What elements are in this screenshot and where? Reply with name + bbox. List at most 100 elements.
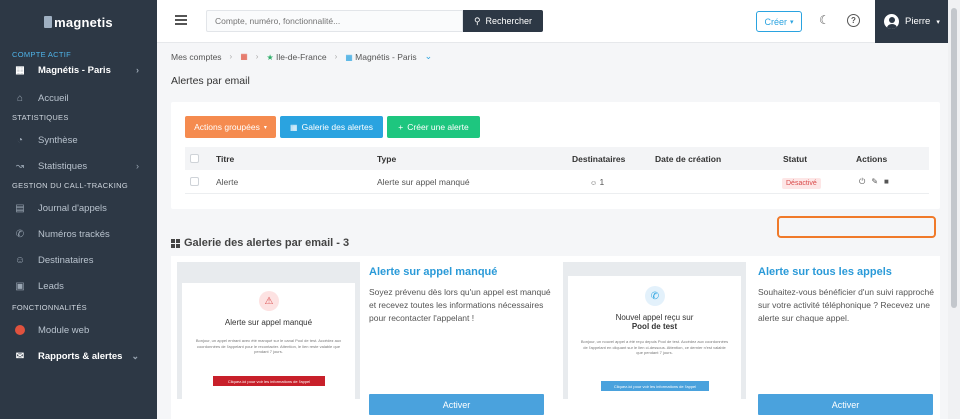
account-name: Magnétis - Paris [38, 64, 111, 76]
store-icon: ▦ [345, 52, 353, 62]
grouped-actions-label: Actions groupées [194, 122, 260, 132]
section-tracking: GESTION DU CALL-TRACKING [12, 181, 128, 190]
sidebar: magnetis COMPTE ACTIF ▦ Magnétis - Paris… [0, 0, 157, 419]
sidebar-item-label: Journal d'appels [38, 202, 107, 214]
phone-icon: ✆ [645, 286, 665, 306]
help-icon[interactable]: ? [847, 14, 860, 27]
preview-text: Bonjour, un nouvel appel a été reçu depu… [580, 339, 729, 355]
scrollbar[interactable] [948, 0, 960, 419]
grid-icon [171, 238, 180, 248]
sidebar-item-summary[interactable]: ◔ Synthèse [0, 127, 157, 153]
journal-icon: ▤ [15, 202, 25, 214]
trash-icon[interactable]: ■ [884, 177, 889, 187]
highlight-outline [777, 216, 936, 238]
cell-status: Désactivé [782, 177, 821, 189]
edit-icon[interactable]: ✎ [871, 177, 878, 187]
logo[interactable]: magnetis [0, 0, 157, 44]
mail-icon: ✉ [15, 350, 25, 362]
logo-text: magnetis [54, 14, 113, 30]
activate-all-button[interactable]: Activer [758, 394, 933, 415]
plus-icon: + [398, 122, 404, 132]
dark-mode-icon[interactable]: ☾ [819, 13, 833, 27]
row-checkbox[interactable] [190, 177, 199, 186]
breadcrumb-root[interactable]: Mes comptes [171, 52, 222, 62]
sidebar-item-recipients[interactable]: ☺ Destinataires [0, 247, 157, 273]
chevron-down-icon[interactable]: ⌄ [425, 51, 433, 62]
col-created[interactable]: Date de création [655, 154, 721, 164]
table-header: Titre Type Destinataires Date de créatio… [185, 147, 929, 170]
breadcrumb-region-label: Ile-de-France [276, 51, 327, 62]
cell-title: Alerte [216, 176, 239, 187]
sidebar-item-label: Synthèse [38, 134, 78, 146]
sidebar-item-label: Accueil [38, 92, 69, 104]
col-type[interactable]: Type [377, 154, 396, 164]
sidebar-item-label: Rapports & alertes [38, 350, 123, 362]
create-alert-button[interactable]: + Créer une alerte [387, 116, 480, 138]
col-title[interactable]: Titre [216, 154, 234, 164]
warning-icon: ⚠ [259, 291, 279, 311]
sidebar-item-leads[interactable]: ▣ Leads [0, 273, 157, 299]
search-input[interactable] [206, 10, 463, 32]
scroll-thumb[interactable] [951, 8, 957, 308]
activate-missed-button[interactable]: Activer [369, 394, 544, 415]
sidebar-item-statistics[interactable]: ↝ Statistiques › [0, 153, 157, 179]
alert-name-all: Alerte sur tous les appels [758, 266, 892, 278]
preview-button: Cliquez-ici pour voir les informations d… [213, 376, 325, 386]
create-button-label: Créer [764, 16, 787, 27]
account-switcher[interactable]: ▦ Magnétis - Paris › [0, 59, 157, 81]
table-row: Alerte Alerte sur appel manqué ☺ 1 Désac… [185, 170, 929, 194]
id-card-icon: ▣ [15, 280, 25, 292]
chevron-down-icon: ⌄ [131, 350, 139, 361]
col-recipients[interactable]: Destinataires [572, 154, 625, 164]
active-account-label: COMPTE ACTIF [12, 50, 72, 59]
chevron-right-icon: › [334, 52, 338, 61]
select-all-checkbox[interactable] [190, 154, 199, 163]
breadcrumb-account-label: Magnétis - Paris [355, 51, 417, 62]
building-icon[interactable]: ▦ [240, 52, 248, 61]
alert-name-missed: Alerte sur appel manqué [369, 266, 498, 278]
page-title: Alertes par email [171, 75, 250, 87]
sidebar-item-reports[interactable]: ✉ Rapports & alertes ⌄ [0, 343, 157, 369]
power-icon[interactable]: ⏻ [859, 177, 865, 187]
line-chart-icon: ↝ [15, 160, 25, 172]
cell-type: Alerte sur appel manqué [377, 176, 470, 187]
preview-title: Nouvel appel reçu sur [615, 313, 694, 322]
sidebar-item-call-log[interactable]: ▤ Journal d'appels [0, 195, 157, 221]
cell-actions: ⏻ ✎ ■ [859, 177, 889, 187]
pie-chart-icon: ◔ [16, 134, 24, 146]
email-preview-all: ✆ Nouvel appel reçu sur Pool de test Bon… [563, 262, 746, 399]
section-features: FONCTIONNALITÉS [12, 303, 87, 312]
cell-recipients-count: 1 [599, 176, 605, 187]
breadcrumb-region[interactable]: ★ Ile-de-France [266, 52, 326, 62]
sidebar-item-label: Destinataires [38, 254, 94, 266]
search-button-label: Rechercher [485, 16, 533, 26]
section-stats: STATISTIQUES [12, 113, 69, 122]
chevron-right-icon: › [136, 65, 139, 75]
web-icon [14, 324, 26, 336]
col-status[interactable]: Statut [783, 154, 807, 164]
search-button[interactable]: ⚲ Rechercher [463, 10, 543, 32]
topbar: ⚲ Rechercher Créer ▾ ☾ ? Pierre ▾ [157, 0, 948, 43]
preview-button: Cliquez-ici pour voir les informations d… [601, 381, 709, 391]
chevron-down-icon: ▾ [790, 18, 794, 26]
alerts-table: Titre Type Destinataires Date de créatio… [185, 147, 936, 238]
sidebar-item-web-module[interactable]: Module web [0, 317, 157, 343]
sidebar-item-home[interactable]: ⌂ Accueil [0, 85, 157, 111]
sidebar-item-label: Numéros trackés [38, 228, 110, 240]
breadcrumb-account[interactable]: ▦ Magnétis - Paris [345, 52, 416, 62]
create-alert-label: Créer une alerte [407, 122, 469, 132]
phone-icon: ✆ [15, 228, 25, 240]
sidebar-item-tracked-numbers[interactable]: ✆ Numéros trackés [0, 221, 157, 247]
logo-icon [44, 16, 53, 28]
grouped-actions-button[interactable]: Actions groupées ▾ [185, 116, 276, 138]
alerts-card: Actions groupées ▾ ▦ Galerie des alertes… [171, 102, 940, 238]
sidebar-item-label: Module web [38, 324, 90, 336]
gallery-button[interactable]: ▦ Galerie des alertes [280, 116, 383, 138]
preview-subtitle: Pool de test [631, 322, 678, 331]
menu-icon[interactable] [175, 15, 187, 25]
gallery-button-label: Galerie des alertes [301, 122, 373, 132]
user-menu[interactable]: Pierre ▾ [875, 0, 948, 43]
email-preview-missed: ⚠ Alerte sur appel manqué Bonjour, un ap… [177, 262, 360, 399]
chevron-right-icon: › [229, 52, 233, 61]
create-button[interactable]: Créer ▾ [756, 11, 802, 32]
